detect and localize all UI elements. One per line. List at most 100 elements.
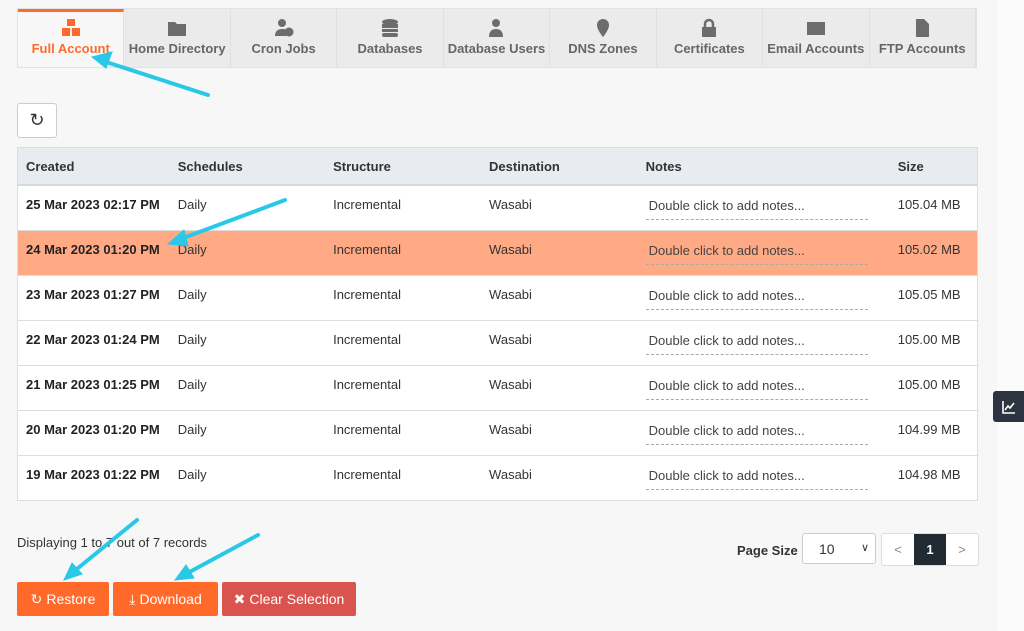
table-row[interactable]: 19 Mar 2023 01:22 PM Daily Incremental Wasa… <box>17 454 978 500</box>
cubes-icon <box>61 19 80 36</box>
column-header[interactable]: Structure <box>325 147 482 186</box>
tab-ftp-accounts[interactable]: FTP Accounts <box>870 9 976 67</box>
download-label: Download <box>139 591 202 607</box>
tab-label: Home Directory <box>128 41 226 56</box>
pagination: < 1 > <box>881 533 979 566</box>
tab-cron-jobs[interactable]: Cron Jobs <box>231 9 338 67</box>
size-cell: 105.04 MB <box>889 184 978 230</box>
chevron-down-icon: ∨ <box>860 542 869 554</box>
schedule-cell: Daily <box>169 364 326 410</box>
table-row[interactable]: 24 Mar 2023 01:20 PM Daily Incremental Wasa… <box>17 229 978 275</box>
clear-selection-button[interactable]: ✖ Clear Selection <box>222 582 356 616</box>
size-cell: 105.00 MB <box>889 319 978 365</box>
structure-cell: Incremental <box>325 409 482 455</box>
restore-label: Restore <box>46 591 96 607</box>
table-row[interactable]: 25 Mar 2023 02:17 PM Daily Incremental Wasa… <box>17 184 978 230</box>
file-icon <box>916 19 930 37</box>
records-info: Displaying 1 to 7 out of 7 records <box>17 535 208 550</box>
structure-cell: Incremental <box>325 229 482 275</box>
created-cell: 21 Mar 2023 01:25 PM <box>17 364 170 410</box>
tab-label: Cron Jobs <box>251 41 316 56</box>
structure-cell: Incremental <box>325 319 482 365</box>
size-cell: 105.05 MB <box>889 274 978 320</box>
download-icon: ⤓ <box>129 590 136 607</box>
created-cell: 22 Mar 2023 01:24 PM <box>17 319 170 365</box>
table-row[interactable]: 20 Mar 2023 01:20 PM Daily Incremental Wasa… <box>17 409 978 455</box>
destination-cell: Wasabi <box>481 184 638 230</box>
tab-email-accounts[interactable]: Email Accounts <box>763 9 870 67</box>
structure-cell: Incremental <box>325 454 482 500</box>
tab-database-users[interactable]: Database Users <box>444 9 551 67</box>
close-icon: ✖ <box>233 590 246 607</box>
column-header[interactable]: Created <box>17 147 170 186</box>
backups-table: Created Schedules Structure Destination Note… <box>17 147 978 501</box>
lock-icon <box>702 18 717 37</box>
map-marker-icon <box>596 19 609 37</box>
refresh-icon: ↻ <box>29 110 45 130</box>
schedule-cell: Daily <box>169 409 326 455</box>
tab-label: FTP Accounts <box>878 41 966 56</box>
table-row[interactable]: 22 Mar 2023 01:24 PM Daily Incremental Wasa… <box>17 319 978 365</box>
database-icon <box>382 19 399 37</box>
notes-field[interactable]: Double click to add notes... <box>645 374 868 400</box>
page-size-value: 10 <box>819 541 835 557</box>
tab-label: Databases <box>357 41 423 56</box>
tab-label: Certificates <box>673 41 745 56</box>
column-header[interactable]: Destination <box>481 147 638 186</box>
notes-field[interactable]: Double click to add notes... <box>645 194 868 220</box>
notes-field[interactable]: Double click to add notes... <box>645 329 868 355</box>
restore-button[interactable]: ↻ Restore <box>17 582 109 616</box>
tab-full-account[interactable]: Full Account <box>18 9 125 67</box>
page-size-label: Page Size <box>737 543 798 558</box>
tab-label: Full Account <box>31 41 110 56</box>
created-cell: 23 Mar 2023 01:27 PM <box>17 274 170 320</box>
refresh-button[interactable]: ↻ <box>17 103 57 138</box>
destination-cell: Wasabi <box>481 454 638 500</box>
user-tie-icon <box>489 19 504 37</box>
notes-field[interactable]: Double click to add notes... <box>645 284 868 310</box>
size-cell: 105.02 MB <box>889 229 978 275</box>
next-page-button[interactable]: > <box>946 534 978 565</box>
clear-label: Clear Selection <box>249 591 345 607</box>
column-header[interactable]: Size <box>889 147 978 186</box>
created-cell: 24 Mar 2023 01:20 PM <box>17 229 170 275</box>
structure-cell: Incremental <box>325 274 482 320</box>
notes-field[interactable]: Double click to add notes... <box>645 239 868 265</box>
structure-cell: Incremental <box>325 184 482 230</box>
schedule-cell: Daily <box>169 274 326 320</box>
structure-cell: Incremental <box>325 364 482 410</box>
column-header[interactable]: Notes <box>637 147 890 186</box>
column-header[interactable]: Schedules <box>169 147 326 186</box>
tab-bar: Full Account Home Directory Cron Jobs Datab… <box>17 8 977 68</box>
download-button[interactable]: ⤓ Download <box>113 582 218 616</box>
size-cell: 104.98 MB <box>889 454 978 500</box>
page-size-select[interactable]: 10 ∨ <box>802 533 876 564</box>
created-cell: 19 Mar 2023 01:22 PM <box>17 454 170 500</box>
tab-home-directory[interactable]: Home Directory <box>124 9 231 67</box>
destination-cell: Wasabi <box>481 364 638 410</box>
chart-toggle-button[interactable] <box>993 391 1024 422</box>
schedule-cell: Daily <box>169 184 326 230</box>
size-cell: 104.99 MB <box>889 409 978 455</box>
tab-label: DNS Zones <box>568 41 638 56</box>
size-cell: 105.00 MB <box>889 364 978 410</box>
tab-dns-zones[interactable]: DNS Zones <box>550 9 657 67</box>
created-cell: 20 Mar 2023 01:20 PM <box>17 409 170 455</box>
tab-label: Email Accounts <box>767 41 865 56</box>
page-1-button[interactable]: 1 <box>914 534 946 565</box>
tab-certificates[interactable]: Certificates <box>657 9 764 67</box>
notes-field[interactable]: Double click to add notes... <box>645 419 868 445</box>
chart-line-icon <box>1001 400 1015 414</box>
user-clock-icon <box>274 19 294 37</box>
destination-cell: Wasabi <box>481 274 638 320</box>
prev-page-button[interactable]: < <box>882 534 914 565</box>
envelope-icon <box>806 22 825 35</box>
tab-label: Database Users <box>447 41 546 56</box>
table-row[interactable]: 21 Mar 2023 01:25 PM Daily Incremental Wasa… <box>17 364 978 410</box>
destination-cell: Wasabi <box>481 319 638 365</box>
tab-databases[interactable]: Databases <box>337 9 444 67</box>
destination-cell: Wasabi <box>481 409 638 455</box>
notes-field[interactable]: Double click to add notes... <box>645 464 868 490</box>
table-row[interactable]: 23 Mar 2023 01:27 PM Daily Incremental Wasa… <box>17 274 978 320</box>
right-gutter <box>997 0 1024 631</box>
